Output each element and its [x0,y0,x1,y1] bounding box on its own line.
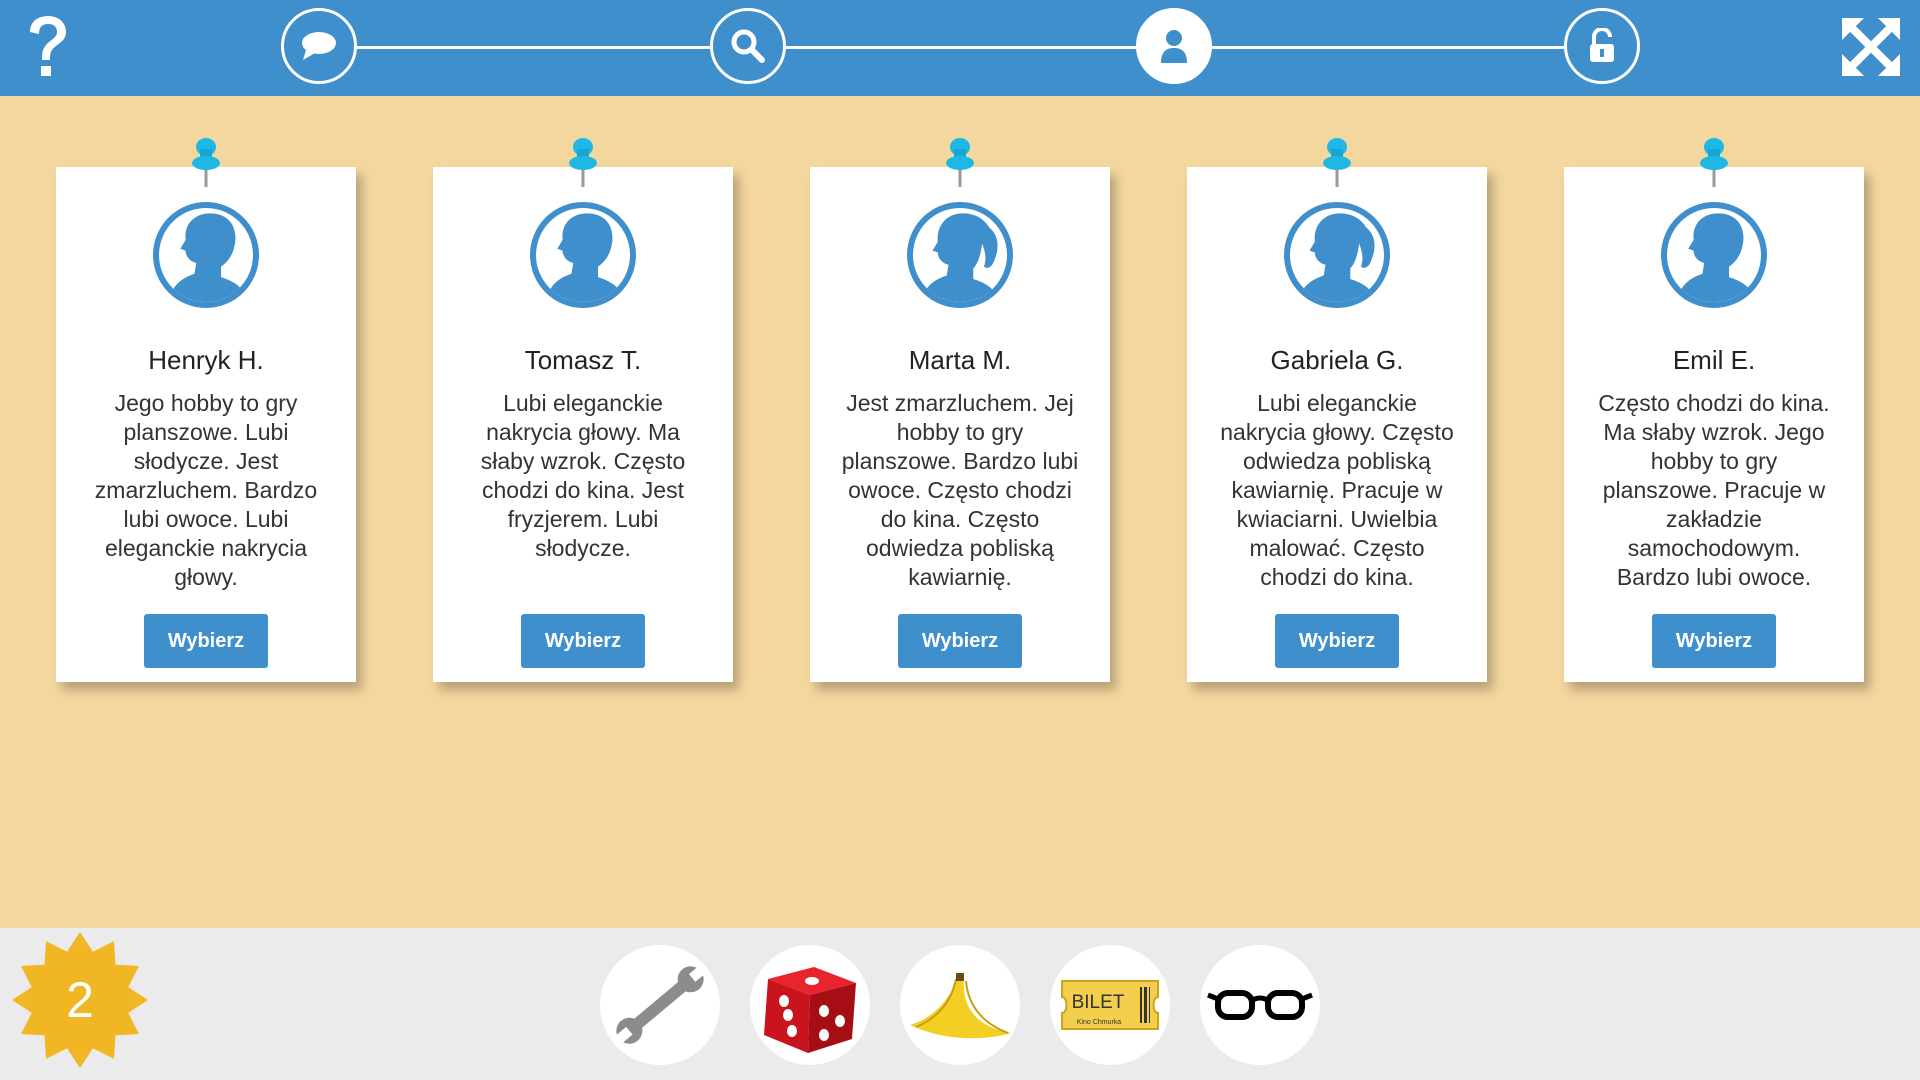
suspect-card: Henryk H. Jego hobby to gry planszowe. Lu… [56,138,356,682]
avatar [1284,202,1390,308]
unlocked-padlock-icon [1590,28,1614,62]
suspect-description: Jest zmarzluchem. Jej hobby to gry plans… [841,390,1079,590]
suspect-card: Marta M. Jest zmarzluchem. Jej hobby to g… [810,138,1110,682]
inventory-item-wrench[interactable] [600,945,720,1065]
progress-line [356,46,1572,49]
person-icon [1161,30,1187,63]
male-head-icon [546,213,625,302]
suspect-description: Często chodzi do kina. Ma słaby wzrok. J… [1598,390,1830,590]
inventory-item-glasses[interactable] [1200,945,1320,1065]
suspect-card: Emil E. Często chodzi do kina. Ma słaby w… [1564,138,1864,682]
male-head-icon [169,213,248,302]
suspect-name: Tomasz T. [524,345,642,375]
step-suspects[interactable] [1136,8,1212,84]
speech-bubble-icon [302,32,336,60]
inventory-item-banana[interactable] [900,945,1020,1065]
choose-button[interactable]: Wybierz [898,614,1022,668]
female-head-icon [921,213,999,302]
suspect-description: Jego hobby to gry planszowe. Lubi słodyc… [94,390,318,590]
suspect-name: Emil E. [1672,345,1756,375]
wrench-icon [615,965,707,1044]
choose-button[interactable]: Wybierz [521,614,645,668]
suspect-description: Lubi eleganckie nakrycia głowy. Często o… [1220,390,1454,590]
step-dialogue[interactable] [281,8,357,84]
suspect-name: Henryk H. [148,345,264,375]
expand-arrows-icon[interactable] [1842,18,1900,76]
suspect-name: Gabriela G. [1270,345,1404,375]
pushpin-icon [946,138,974,187]
suspect-description: Lubi eleganckie nakrycia głowy. Ma słaby… [480,390,686,561]
score-counter: 2 [66,972,94,1028]
avatar [1661,202,1767,308]
choose-button[interactable]: Wybierz [1652,614,1776,668]
choose-button[interactable]: Wybierz [144,614,268,668]
male-head-icon [1677,213,1756,302]
pushpin-icon [569,138,597,187]
step-investigate[interactable] [710,8,786,84]
banana-icon [910,973,1012,1039]
suspect-card: Tomasz T. Lubi eleganckie nakrycia głowy.… [433,138,733,682]
suspect-card: Gabriela G. Lubi eleganckie nakrycia głow… [1187,138,1487,682]
avatar [153,202,259,308]
avatar [907,202,1013,308]
top-navigation-bar [0,0,1920,96]
pushpin-icon [1700,138,1728,187]
step-solve[interactable] [1564,8,1640,84]
choose-button[interactable]: Wybierz [1275,614,1399,668]
suspect-name: Marta M. [908,345,1012,375]
question-mark-icon[interactable] [22,14,72,80]
pushpin-icon [1323,138,1351,187]
ticket-label: BILET [1071,992,1125,1013]
female-head-icon [1298,213,1376,302]
avatar [530,202,636,308]
inventory-item-dice[interactable] [750,945,870,1065]
ticket-sublabel: Kino Chmurka [1076,1019,1122,1026]
pushpin-icon [192,138,220,187]
magnifier-icon [731,29,765,63]
dice-icon [764,967,856,1053]
glasses-icon [1207,990,1313,1020]
